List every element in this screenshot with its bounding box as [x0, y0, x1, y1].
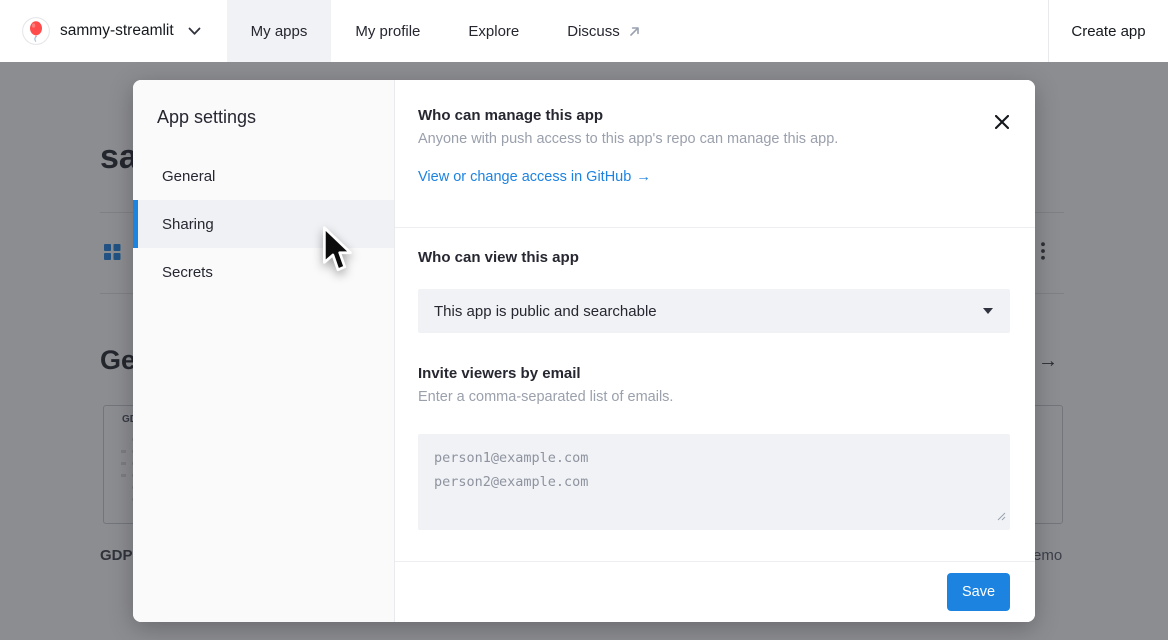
view-section: Who can view this app This app is public… — [395, 228, 1035, 561]
tab-my-profile[interactable]: My profile — [331, 0, 444, 62]
app-settings-dialog: App settings General Sharing Secrets Who… — [133, 80, 1035, 622]
dialog-footer: Save — [395, 561, 1035, 622]
dialog-content: Who can manage this app Anyone with push… — [395, 80, 1035, 622]
manage-heading: Who can manage this app — [418, 107, 975, 124]
sidebar-item-secrets[interactable]: Secrets — [133, 248, 394, 296]
caret-down-icon — [983, 308, 993, 314]
workspace-name: sammy-streamlit — [60, 22, 174, 40]
dialog-sidebar: App settings General Sharing Secrets — [133, 80, 395, 622]
external-link-icon — [628, 25, 641, 38]
save-button[interactable]: Save — [947, 573, 1010, 611]
create-app-button[interactable]: Create app — [1048, 0, 1168, 62]
screen: sammy-streamlit My apps My profile Explo… — [0, 0, 1168, 640]
close-button[interactable] — [993, 113, 1011, 131]
sidebar-item-sharing[interactable]: Sharing — [133, 200, 394, 248]
visibility-dropdown[interactable]: This app is public and searchable — [418, 289, 1010, 333]
manage-section: Who can manage this app Anyone with push… — [395, 80, 1035, 228]
tab-my-apps[interactable]: My apps — [227, 0, 332, 62]
invite-heading: Invite viewers by email — [418, 365, 1010, 382]
navbar-spacer — [665, 0, 1048, 62]
github-access-link[interactable]: View or change access in GitHub→ — [418, 169, 651, 185]
invite-emails-field-wrap — [418, 434, 1010, 530]
invite-emails-textarea[interactable] — [418, 434, 1010, 530]
invite-description: Enter a comma-separated list of emails. — [418, 389, 1010, 405]
streamlit-balloon-icon — [22, 17, 50, 45]
nav-tabs: My apps My profile Explore Discuss — [227, 0, 665, 62]
resize-grip-icon[interactable] — [997, 508, 1006, 526]
manage-description: Anyone with push access to this app's re… — [418, 131, 975, 147]
dialog-title: App settings — [157, 107, 394, 128]
chevron-down-icon — [188, 27, 201, 36]
view-heading: Who can view this app — [418, 249, 1010, 266]
sidebar-item-general[interactable]: General — [133, 152, 394, 200]
top-navbar: sammy-streamlit My apps My profile Explo… — [0, 0, 1168, 62]
visibility-dropdown-value: This app is public and searchable — [434, 303, 657, 320]
arrow-right-icon: → — [636, 169, 651, 185]
tab-discuss[interactable]: Discuss — [543, 0, 665, 62]
tab-explore[interactable]: Explore — [444, 0, 543, 62]
dialog-sidebar-items: General Sharing Secrets — [133, 152, 394, 296]
workspace-switcher[interactable]: sammy-streamlit — [0, 0, 227, 62]
close-icon — [995, 115, 1009, 129]
